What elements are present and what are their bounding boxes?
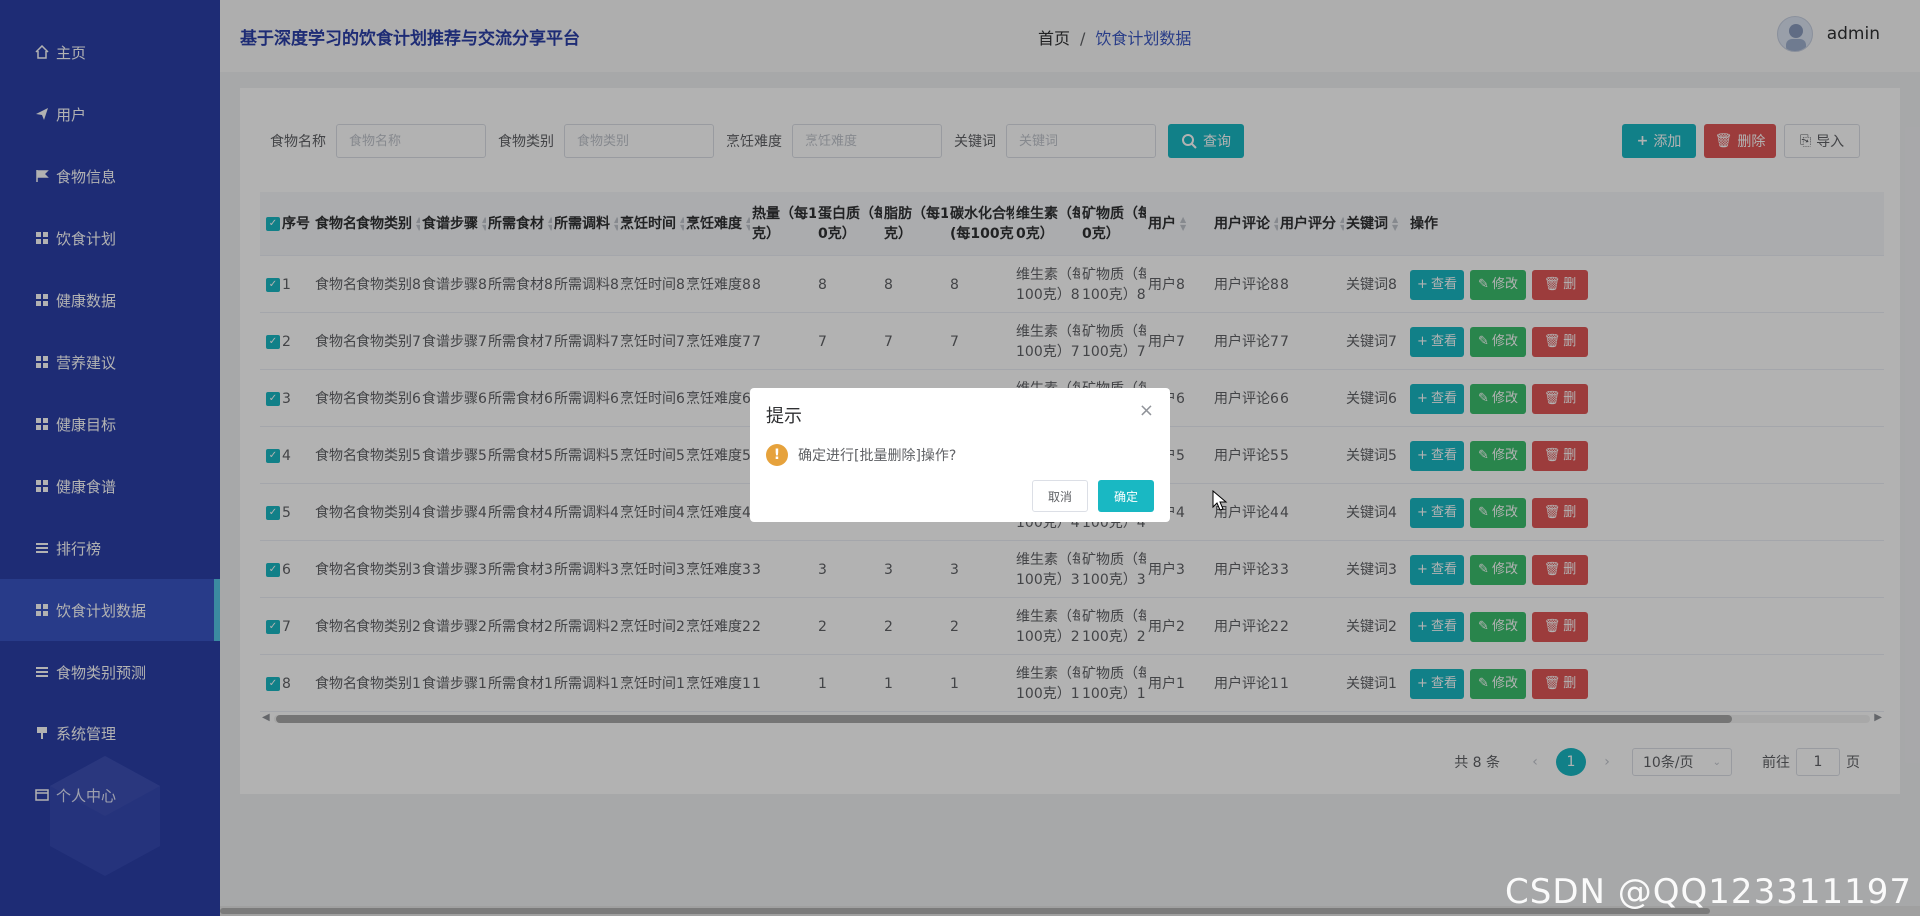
- watermark-text: CSDN @QQ123311197: [1505, 872, 1912, 912]
- confirm-dialog: 提示 × ! 确定进行[批量删除]操作? 取消 确定: [750, 388, 1170, 522]
- dialog-buttons: 取消 确定: [1032, 480, 1154, 512]
- cancel-button[interactable]: 取消: [1032, 480, 1088, 512]
- close-icon[interactable]: ×: [1139, 400, 1154, 421]
- warning-icon: !: [766, 444, 788, 466]
- confirm-button[interactable]: 确定: [1098, 480, 1154, 512]
- mouse-pointer-icon: [1212, 490, 1228, 511]
- dialog-message-row: ! 确定进行[批量删除]操作?: [766, 444, 956, 466]
- dialog-message: 确定进行[批量删除]操作?: [798, 448, 957, 464]
- dialog-title: 提示: [766, 406, 802, 427]
